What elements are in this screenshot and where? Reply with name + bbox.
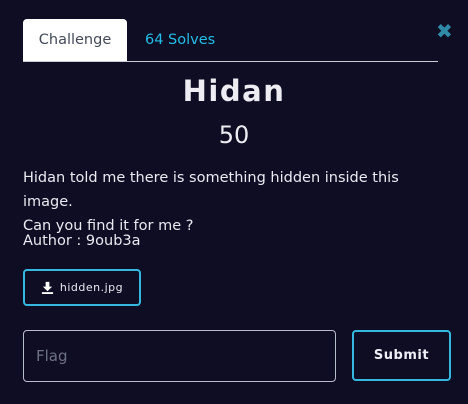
- challenge-author: Author : 9oub3a: [23, 233, 141, 249]
- flag-input[interactable]: [23, 330, 336, 382]
- description-line: Hidan told me there is something hidden …: [23, 170, 399, 210]
- challenge-points: 50: [218, 121, 250, 149]
- close-button[interactable]: ✖: [436, 19, 453, 43]
- file-name: hidden.jpg: [59, 281, 124, 294]
- challenge-description: Hidan told me there is something hidden …: [23, 166, 453, 238]
- download-file-button[interactable]: hidden.jpg: [23, 269, 141, 306]
- download-icon: [41, 281, 53, 294]
- challenge-title: Hidan: [182, 74, 286, 108]
- tab-solves[interactable]: 64 Solves: [145, 19, 215, 61]
- tab-challenge[interactable]: Challenge: [23, 19, 127, 61]
- tab-bar: Challenge 64 Solves: [23, 19, 438, 62]
- close-icon: ✖: [436, 19, 453, 43]
- submit-button[interactable]: Submit: [352, 330, 451, 381]
